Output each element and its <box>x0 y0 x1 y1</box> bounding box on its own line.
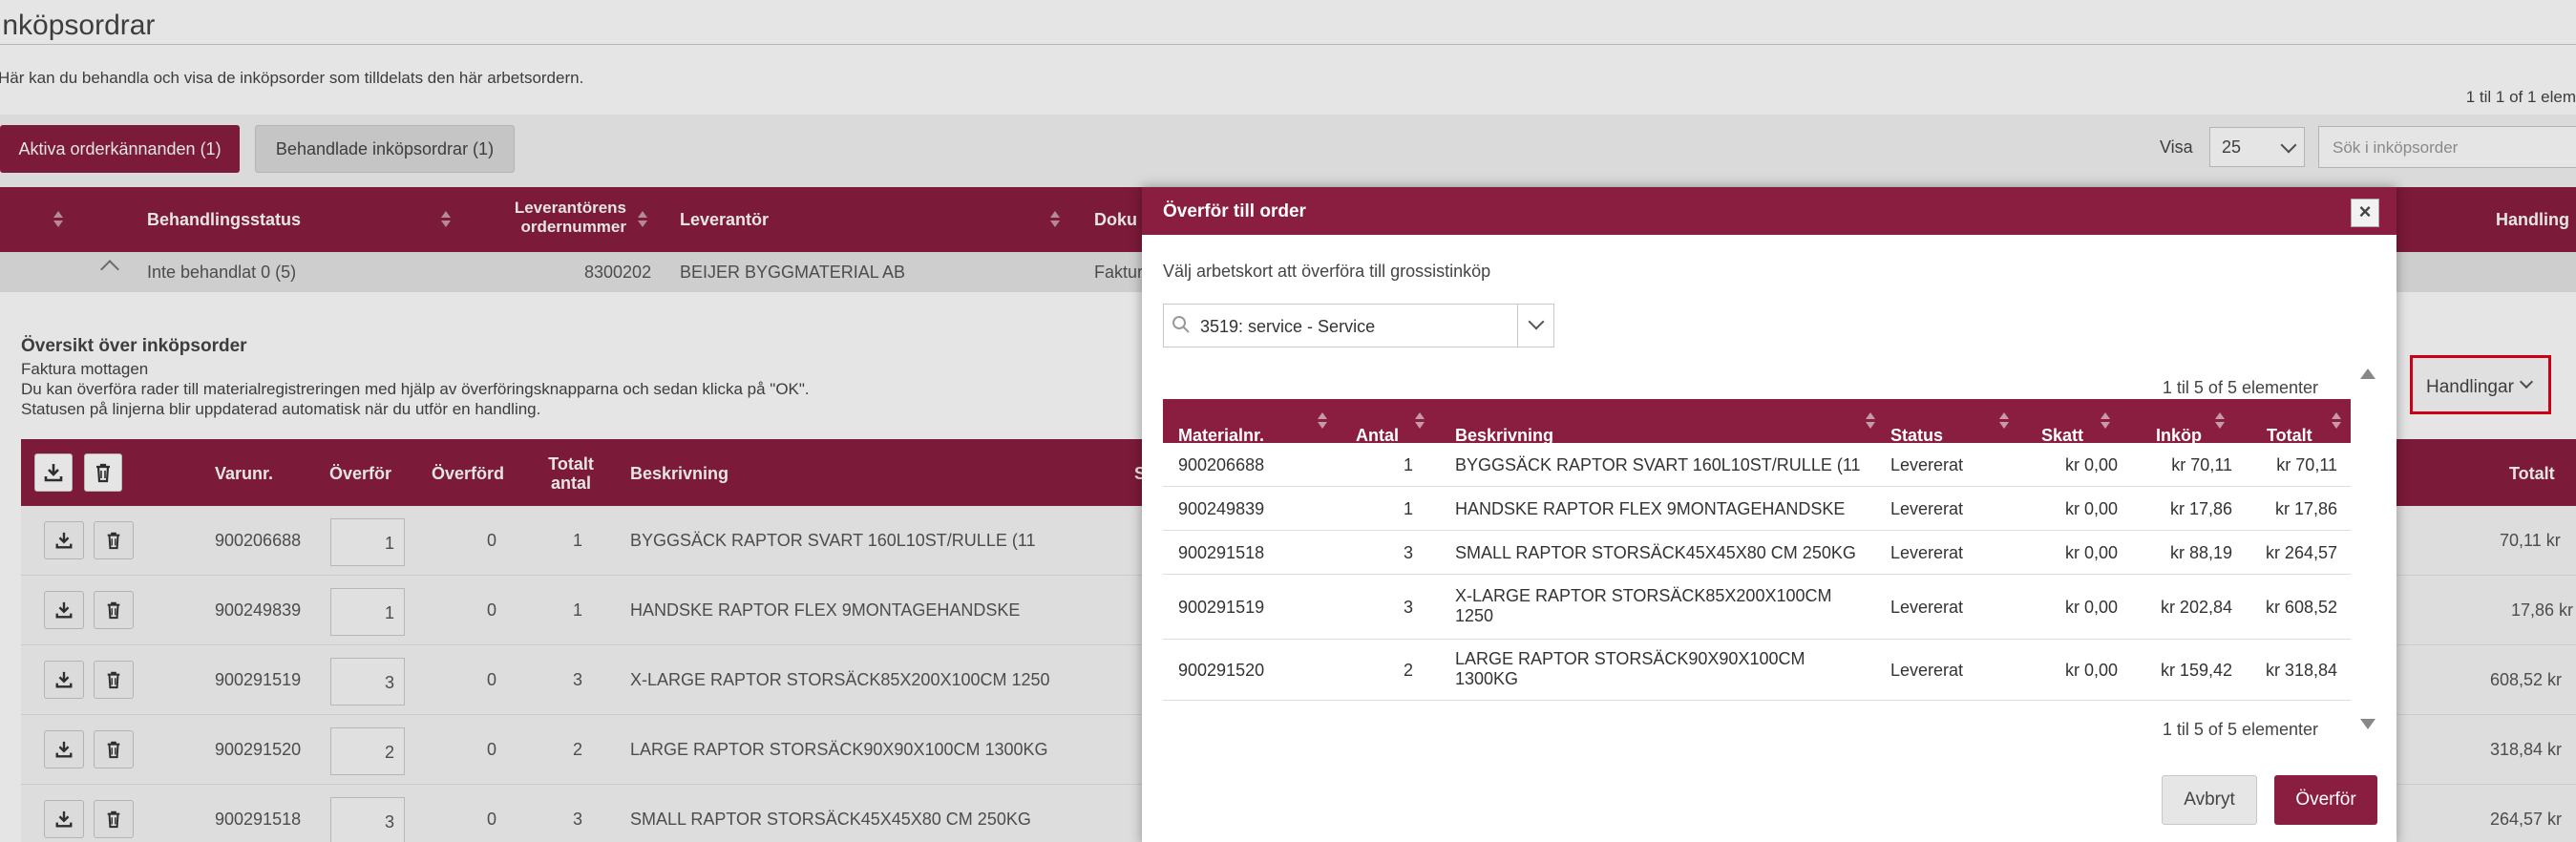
status: Levererat <box>1890 499 1964 518</box>
workcard-select[interactable]: 3519: service - Service <box>1163 304 1554 347</box>
description: LARGE RAPTOR STORSÄCK90X90X100CM 1300KG <box>1455 649 1805 688</box>
purchase: kr 70,11 <box>2171 455 2232 474</box>
purchase: kr 159,42 <box>2160 661 2232 680</box>
status: Levererat <box>1890 455 1964 474</box>
purchase: kr 17,86 <box>2169 499 2232 518</box>
scroll-up-arrow[interactable] <box>2360 368 2375 379</box>
select-divider <box>1517 305 1518 347</box>
dialog-title: Överför till order <box>1163 201 1306 221</box>
description: SMALL RAPTOR STORSÄCK45X45X80 CM 250KG <box>1455 543 1856 562</box>
sort-icon[interactable] <box>2101 412 2110 430</box>
qty: 3 <box>1403 543 1413 562</box>
status: Levererat <box>1890 543 1964 562</box>
tax: kr 0,00 <box>2064 499 2118 518</box>
purchase: kr 202,84 <box>2160 598 2232 617</box>
search-icon <box>1172 316 1190 333</box>
qty: 1 <box>1403 499 1413 518</box>
sort-icon[interactable] <box>1866 412 1875 430</box>
qty: 1 <box>1403 455 1413 474</box>
dialog-count-top: 1 til 5 of 5 elementer <box>2162 378 2318 397</box>
table-row[interactable]: 900249839 1 HANDSKE RAPTOR FLEX 9MONTAGE… <box>1163 487 2351 531</box>
total: kr 318,84 <box>2265 661 2337 680</box>
total: kr 17,86 <box>2274 499 2337 518</box>
total: kr 264,57 <box>2265 543 2337 562</box>
material-no: 900249839 <box>1178 499 1265 518</box>
description: HANDSKE RAPTOR FLEX 9MONTAGEHANDSKE <box>1455 499 1846 518</box>
material-no: 900291518 <box>1178 543 1265 562</box>
qty: 2 <box>1403 661 1413 680</box>
scroll-down-arrow[interactable] <box>2360 719 2375 729</box>
purchase-orders-page: Inköpsordrar Här kan du behandla och vis… <box>0 0 2576 842</box>
description: X-LARGE RAPTOR STORSÄCK85X200X100CM 1250 <box>1455 586 1832 625</box>
tax: kr 0,00 <box>2064 543 2118 562</box>
table-row[interactable]: 900291520 2 LARGE RAPTOR STORSÄCK90X90X1… <box>1163 640 2351 701</box>
tax: kr 0,00 <box>2064 455 2118 474</box>
dialog-table-header: Materialnr. Antal Beskrivning Status Ska… <box>1163 399 2351 445</box>
workcard-value: 3519: service - Service <box>1200 317 1376 336</box>
dialog-instruction: Välj arbetskort att överföra till grossi… <box>1163 262 1491 281</box>
sort-icon[interactable] <box>1415 412 1425 430</box>
sort-icon[interactable] <box>2332 412 2341 430</box>
close-icon: × <box>2358 200 2372 223</box>
qty: 3 <box>1403 598 1413 617</box>
cancel-button[interactable]: Avbryt <box>2162 775 2257 825</box>
material-no: 900291519 <box>1178 598 1265 617</box>
purchase: kr 88,19 <box>2169 543 2232 562</box>
transfer-button[interactable]: Överför <box>2274 775 2377 825</box>
material-no: 900291520 <box>1178 661 1265 680</box>
description: BYGGSÄCK RAPTOR SVART 160L10ST/RULLE (11 <box>1455 455 1861 474</box>
table-row[interactable]: 900291518 3 SMALL RAPTOR STORSÄCK45X45X8… <box>1163 531 2351 575</box>
tax: kr 0,00 <box>2064 598 2118 617</box>
sort-icon[interactable] <box>1999 412 2009 430</box>
dialog-count-bottom: 1 til 5 of 5 elementer <box>2162 720 2318 739</box>
table-row[interactable]: 900291519 3 X-LARGE RAPTOR STORSÄCK85X20… <box>1163 575 2351 640</box>
transfer-dialog: Överför till order × Välj arbetskort att… <box>1142 187 2397 842</box>
total: kr 70,11 <box>2276 455 2337 474</box>
chevron-down-icon[interactable] <box>1528 313 1545 330</box>
material-no: 900206688 <box>1178 455 1265 474</box>
status: Levererat <box>1890 661 1964 680</box>
total: kr 608,52 <box>2265 598 2337 617</box>
close-button[interactable]: × <box>2351 199 2379 227</box>
dialog-header: Överför till order × <box>1142 187 2397 235</box>
tax: kr 0,00 <box>2064 661 2118 680</box>
sort-icon[interactable] <box>1318 412 1327 430</box>
sort-icon[interactable] <box>2215 412 2225 430</box>
status: Levererat <box>1890 598 1964 617</box>
table-row[interactable]: 900206688 1 BYGGSÄCK RAPTOR SVART 160L10… <box>1163 443 2351 487</box>
